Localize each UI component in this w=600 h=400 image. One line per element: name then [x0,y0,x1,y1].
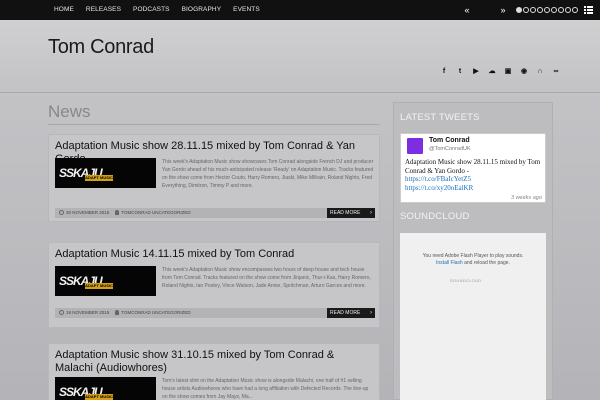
slider-controls: « » [460,0,593,20]
soundcloud-icon[interactable]: ☁ [488,68,496,76]
post-category[interactable]: UNCATEGORIZED [152,210,191,215]
headphones-icon[interactable]: ∩ [536,68,544,76]
nav-releases[interactable]: RELEASES [80,0,127,20]
user-icon [115,210,120,216]
post-title[interactable]: Adaptation Music 14.11.15 mixed by Tom C… [55,248,375,261]
avatar[interactable] [407,138,423,154]
mixcloud-icon[interactable]: ∞ [552,68,560,76]
tweet-handle[interactable]: @TomConradUK [429,146,471,152]
post-excerpt: This week's Adaptation Music show showca… [162,159,374,189]
tweet-link[interactable]: https://t.co/xy20oEalKR [405,184,473,192]
post-category[interactable]: UNCATEGORIZED [152,310,191,315]
slider-dot[interactable] [558,7,564,13]
post-thumbnail[interactable]: SSKAJU ADAPT MUSIC [55,158,156,188]
user-icon [115,310,120,316]
double-chevron-left-icon[interactable]: « [460,0,474,20]
post-author[interactable]: TOMCONRAD [121,310,150,315]
clock-icon [59,310,64,316]
news-divider [48,124,380,125]
main-nav: HOME RELEASES PODCASTS BIOGRAPHY EVENTS [48,0,266,20]
tweet-card: Tom Conrad @TomConradUK Adaptation Music… [400,133,546,203]
lastfm-icon[interactable]: ◉ [520,68,528,76]
post-thumbnail[interactable]: SSKAJU ADAPT MUSIC [55,266,156,296]
post-date: 30 NOVEMBER 2015 [66,210,110,215]
tweet-author-name[interactable]: Tom Conrad [429,137,470,144]
slider-dot[interactable] [516,7,522,13]
top-nav-bar: HOME RELEASES PODCASTS BIOGRAPHY EVENTS … [0,0,600,20]
twitter-icon[interactable]: t [456,68,464,76]
list-view-icon[interactable] [584,6,593,14]
tweet-text: Adaptation Music show 28.11.15 mixed by … [405,158,541,192]
post-excerpt: This week's Adaptation Music show encomp… [162,267,371,289]
news-post: Adaptation Music show 31.10.15 mixed by … [48,343,380,400]
soundcloud-logo[interactable]: SOUNDCLOUD [450,278,481,283]
social-links: f t ▶ ☁ ▣ ◉ ∩ ∞ [440,68,560,76]
flash-message: You need Adobe Flash Player to play soun… [422,253,524,266]
news-post: Adaptation Music show 28.11.15 mixed by … [48,134,380,222]
slider-dot[interactable] [530,7,536,13]
post-meta: 30 NOVEMBER 2015 TOMCONRAD UNCATEGORIZED … [55,208,375,218]
post-excerpt: Tom's latest stint on the Adaptation Mus… [162,378,369,400]
post-thumbnail[interactable]: SSKAJU ADAPT MUSIC [55,377,156,400]
youtube-icon[interactable]: ▣ [504,68,512,76]
nav-events[interactable]: EVENTS [227,0,266,20]
post-meta: 19 NOVEMBER 2015 TOMCONRAD UNCATEGORIZED … [55,308,375,318]
post-author[interactable]: TOMCONRAD [121,210,150,215]
double-chevron-right-icon[interactable]: » [496,0,510,20]
news-post: Adaptation Music 14.11.15 mixed by Tom C… [48,242,380,328]
install-flash-link[interactable]: Install Flash [436,260,463,266]
slider-dot[interactable] [551,7,557,13]
post-date: 19 NOVEMBER 2015 [66,310,110,315]
facebook-icon[interactable]: f [440,68,448,76]
slider-dot[interactable] [523,7,529,13]
nav-home[interactable]: HOME [48,0,80,20]
read-more-button[interactable]: READ MORE › [327,208,375,218]
chevron-right-icon: › [370,210,372,216]
nav-podcasts[interactable]: PODCASTS [127,0,176,20]
latest-tweets-title: LATEST TWEETS [400,112,480,123]
slider-dot[interactable] [565,7,571,13]
site-title[interactable]: Tom Conrad [48,36,154,59]
soundcloud-player: You need Adobe Flash Player to play soun… [400,233,546,400]
chevron-right-icon: › [370,310,372,316]
read-more-button[interactable]: READ MORE › [327,308,375,318]
header-divider [0,92,600,93]
tweet-link[interactable]: https://t.co/FBaIcYetZ5 [405,175,471,183]
sidebar: LATEST TWEETS Tom Conrad @TomConradUK Ad… [393,102,553,400]
slider-dot[interactable] [544,7,550,13]
nav-biography[interactable]: BIOGRAPHY [176,0,228,20]
soundcloud-title: SOUNDCLOUD [400,211,470,222]
post-title[interactable]: Adaptation Music show 31.10.15 mixed by … [55,349,375,375]
slider-dot[interactable] [572,7,578,13]
slider-dot[interactable] [537,7,543,13]
slider-dots [516,7,578,13]
tweet-timestamp[interactable]: 3 weeks ago [511,195,542,201]
news-heading: News [48,102,91,121]
clock-icon [59,210,64,216]
youtube-icon[interactable]: ▶ [472,68,480,76]
